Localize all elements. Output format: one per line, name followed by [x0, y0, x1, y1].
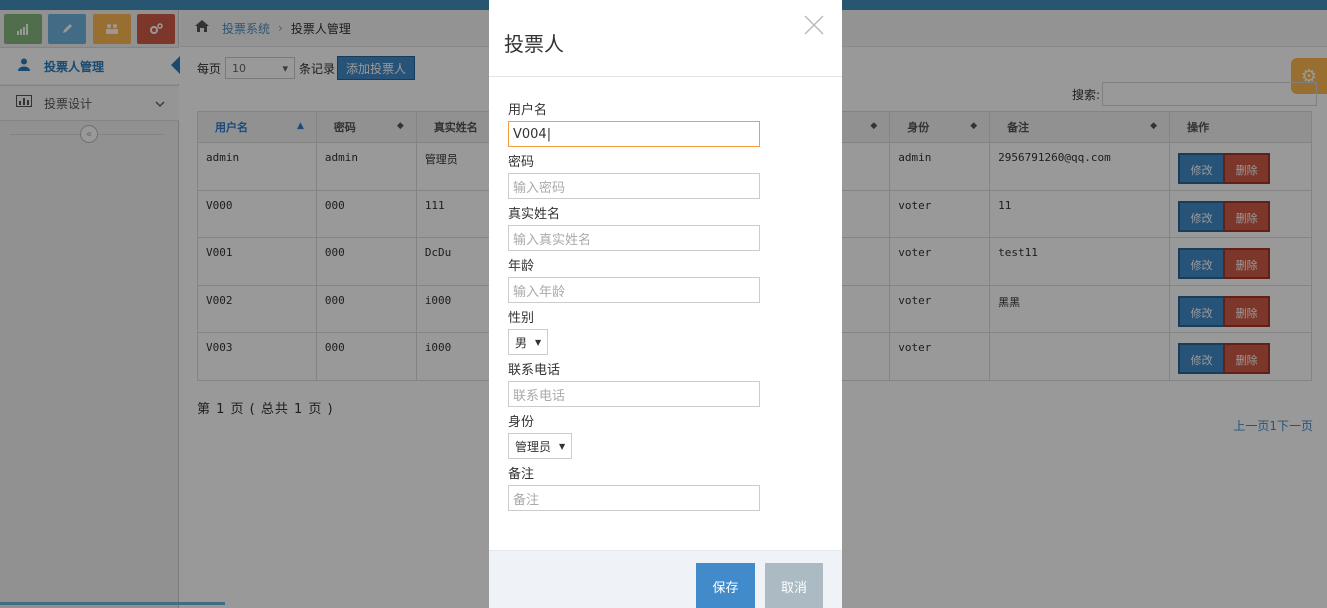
age-field[interactable]: 输入年龄: [508, 277, 760, 303]
caret-down-icon: ▼: [559, 441, 566, 451]
cancel-button[interactable]: 取消: [765, 563, 823, 608]
remark-label: 备注: [508, 467, 535, 482]
username-value: V004: [513, 126, 547, 142]
realname-label: 真实姓名: [508, 207, 561, 222]
gender-select[interactable]: 男 ▼: [508, 329, 549, 355]
modal-footer: 保存 取消: [489, 550, 842, 608]
gender-value: 男: [515, 335, 528, 350]
username-label: 用户名: [508, 103, 548, 118]
voter-form: 用户名 V004 | 密码 输入密码 真实姓名 输入真实姓名 年龄 输入年龄 性别…: [508, 101, 760, 517]
phone-field[interactable]: 联系电话: [508, 381, 760, 407]
realname-field[interactable]: 输入真实姓名: [508, 225, 760, 251]
password-label: 密码: [508, 155, 535, 170]
remark-field[interactable]: 备注: [508, 485, 760, 511]
username-field[interactable]: V004 |: [508, 121, 760, 147]
role-label: 身份: [508, 415, 535, 430]
voter-modal: 投票人 用户名 V004 | 密码 输入密码 真实姓名 输入真实姓名 年龄 输入年…: [489, 0, 842, 608]
role-value: 管理员: [515, 439, 552, 454]
close-icon[interactable]: [804, 12, 824, 42]
save-button[interactable]: 保存: [696, 563, 755, 608]
role-select[interactable]: 管理员 ▼: [508, 433, 573, 459]
modal-title: 投票人: [504, 32, 564, 56]
age-label: 年龄: [508, 259, 535, 274]
phone-label: 联系电话: [508, 363, 561, 378]
modal-header: 投票人: [489, 0, 842, 77]
text-cursor: |: [546, 126, 552, 142]
gender-label: 性别: [508, 311, 535, 326]
caret-down-icon: ▼: [535, 337, 542, 347]
password-field[interactable]: 输入密码: [508, 173, 760, 199]
